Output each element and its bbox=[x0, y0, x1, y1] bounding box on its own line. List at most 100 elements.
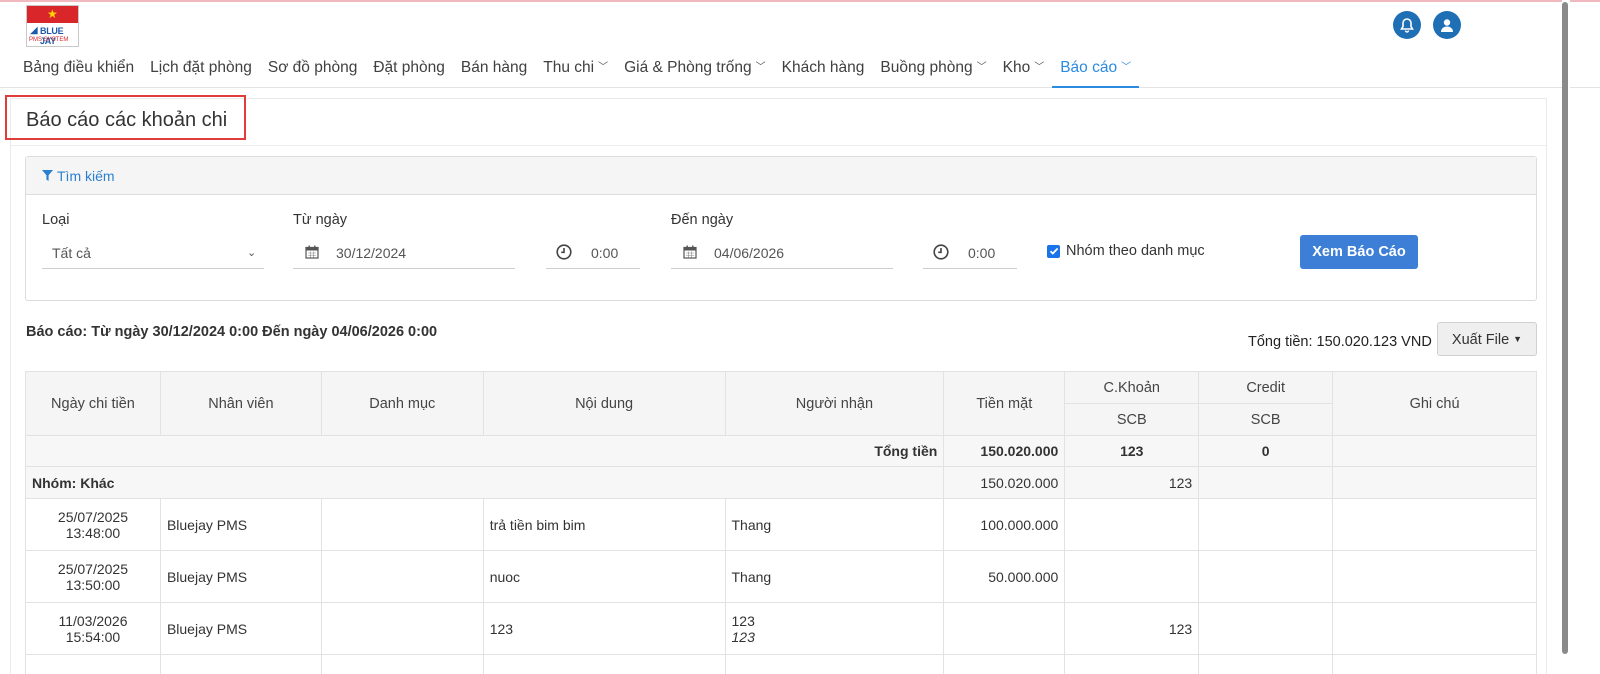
chevron-down-icon: ﹀ bbox=[1121, 62, 1132, 73]
from-date-input[interactable]: 30/12/2024 bbox=[293, 238, 515, 269]
to-date-input[interactable]: 04/06/2026 bbox=[671, 238, 893, 269]
summary-row: Tổng tiền 150.020.000 123 0 bbox=[24, 435, 1537, 467]
col-credit[interactable]: Credit bbox=[1198, 371, 1334, 404]
page-title: Báo cáo các khoản chi bbox=[26, 109, 228, 131]
view-report-button[interactable]: Xem Báo Cáo bbox=[1300, 235, 1418, 269]
col-transfer[interactable]: C.Khoản bbox=[1064, 371, 1200, 404]
nav-housekeeping[interactable]: Buồng phòng ﹀ bbox=[872, 52, 994, 88]
logo-subtext: PMS SYSTEM bbox=[29, 37, 69, 43]
app-header: ★ ◢ BLUE JAY PMS SYSTEM Bảng điều khiển … bbox=[0, 2, 1600, 88]
nav-label: Giá & Phòng trống bbox=[624, 59, 752, 76]
summary-credit: 0 bbox=[1198, 435, 1334, 467]
row-date: 25/07/2025 bbox=[57, 508, 128, 525]
table-row[interactable]: 25/07/2025 13:48:00 Bluejay PMS trả tiền … bbox=[25, 498, 1537, 551]
summary-cash: 150.020.000 bbox=[943, 435, 1066, 467]
group-note bbox=[1332, 466, 1537, 499]
nav-price-availability[interactable]: Giá & Phòng trống ﹀ bbox=[616, 52, 774, 88]
group-by-checkbox[interactable] bbox=[1047, 244, 1060, 258]
col-receiver[interactable]: Người nhận bbox=[724, 371, 945, 436]
search-panel-header[interactable]: Tìm kiếm bbox=[26, 157, 1536, 195]
chevron-down-icon: ﹀ bbox=[976, 62, 987, 73]
col-staff[interactable]: Nhân viên bbox=[159, 371, 322, 436]
row-datetime: 25/07/2025 13:48:00 bbox=[25, 498, 161, 551]
row-cash: 50.000.000 bbox=[943, 550, 1066, 603]
nav-sales[interactable]: Bán hàng bbox=[453, 52, 535, 88]
search-panel-title: Tìm kiếm bbox=[57, 168, 115, 184]
table-row[interactable]: 11/03/2026 15:54:00 Bluejay PMS 123 123 12… bbox=[25, 602, 1537, 655]
row-receiver-name: 123 bbox=[731, 612, 755, 629]
row-category bbox=[320, 550, 484, 603]
group-label: Nhóm: Khác bbox=[24, 466, 945, 499]
search-panel: Tìm kiếm bbox=[25, 156, 1537, 301]
row-date: 25/07/2025 bbox=[57, 560, 128, 577]
nav-customers[interactable]: Khách hàng bbox=[774, 52, 873, 88]
nav-room-map[interactable]: Sơ đồ phòng bbox=[260, 52, 365, 88]
nav-income-expense[interactable]: Thu chi ﹀ bbox=[535, 52, 616, 88]
caret-down-icon: ▼ bbox=[1513, 334, 1523, 344]
clock-icon bbox=[556, 238, 572, 269]
nav-label: Sơ đồ phòng bbox=[267, 59, 358, 76]
nav-warehouse[interactable]: Kho ﹀ bbox=[995, 52, 1053, 88]
row-credit bbox=[1198, 550, 1334, 603]
col-transfer-bank: SCB bbox=[1064, 403, 1200, 436]
col-note[interactable]: Ghi chú bbox=[1332, 371, 1537, 436]
nav-booking[interactable]: Đặt phòng bbox=[365, 52, 453, 88]
summary-transfer: 123 bbox=[1064, 435, 1200, 467]
nav-dashboard[interactable]: Bảng điều khiển bbox=[15, 52, 142, 88]
col-category[interactable]: Danh mục bbox=[320, 371, 484, 436]
nav-reports[interactable]: Báo cáo ﹀ bbox=[1052, 52, 1140, 88]
group-credit bbox=[1198, 466, 1334, 499]
row-cash: 100.000.000 bbox=[943, 498, 1066, 551]
row-note bbox=[1332, 602, 1537, 655]
nav-label: Đặt phòng bbox=[373, 59, 445, 76]
type-select[interactable]: Tất cả ⌄ bbox=[42, 238, 264, 269]
export-file-button[interactable]: Xuất File ▼ bbox=[1437, 322, 1537, 356]
row-content: nuoc bbox=[482, 550, 726, 603]
row-credit bbox=[1198, 602, 1334, 655]
row-time: 15:54:00 bbox=[65, 628, 121, 645]
to-date-label: Đến ngày bbox=[671, 212, 734, 228]
nav-label: Báo cáo bbox=[1060, 59, 1118, 76]
summary-label: Tổng tiền bbox=[24, 435, 945, 467]
bluejay-logo[interactable]: ★ ◢ BLUE JAY PMS SYSTEM bbox=[26, 5, 79, 47]
row-category bbox=[320, 602, 484, 655]
row-note bbox=[1332, 550, 1537, 603]
row-datetime: 11/03/2026 15:54:00 bbox=[25, 602, 161, 655]
from-date-value: 30/12/2024 bbox=[336, 245, 407, 261]
from-time-input[interactable]: 0:00 bbox=[546, 238, 640, 269]
row-transfer bbox=[1064, 550, 1200, 603]
user-icon[interactable] bbox=[1433, 11, 1461, 39]
expense-table: Ngày chi tiền Nhân viên Danh mục Nội dun… bbox=[24, 371, 1537, 674]
table-row[interactable]: 25/07/2025 13:50:00 Bluejay PMS nuoc Than… bbox=[25, 550, 1537, 603]
nav-label: Khách hàng bbox=[781, 59, 865, 76]
star-icon: ★ bbox=[47, 7, 58, 21]
nav-label: Lịch đặt phòng bbox=[150, 59, 252, 76]
row-transfer bbox=[1064, 498, 1200, 551]
row-content: 123 bbox=[482, 602, 726, 655]
chevron-down-icon: ⌄ bbox=[247, 247, 257, 259]
row-cash bbox=[943, 602, 1066, 655]
row-staff: Bluejay PMS bbox=[159, 550, 322, 603]
table-row bbox=[25, 654, 1537, 674]
col-date[interactable]: Ngày chi tiền bbox=[25, 371, 161, 436]
chevron-down-icon: ﹀ bbox=[755, 62, 766, 73]
col-content[interactable]: Nội dung bbox=[482, 371, 726, 436]
nav-label: Thu chi bbox=[543, 59, 595, 76]
nav-booking-calendar[interactable]: Lịch đặt phòng bbox=[142, 52, 260, 88]
filter-icon bbox=[42, 157, 53, 195]
col-cash[interactable]: Tiền mặt bbox=[943, 371, 1066, 436]
col-credit-bank: SCB bbox=[1198, 403, 1334, 436]
group-by-category[interactable]: Nhóm theo danh mục bbox=[1047, 243, 1205, 259]
calendar-icon bbox=[305, 238, 319, 269]
nav-label: Bán hàng bbox=[460, 59, 528, 76]
to-time-input[interactable]: 0:00 bbox=[923, 238, 1017, 269]
chevron-down-icon: ﹀ bbox=[598, 62, 609, 73]
bell-icon[interactable] bbox=[1393, 11, 1421, 39]
group-transfer: 123 bbox=[1064, 466, 1200, 499]
row-date: 11/03/2026 bbox=[58, 612, 128, 629]
table-header-row: Ngày chi tiền Nhân viên Danh mục Nội dun… bbox=[25, 371, 1537, 436]
scrollbar-thumb[interactable] bbox=[1562, 2, 1568, 654]
to-time-value: 0:00 bbox=[968, 245, 996, 261]
row-receiver: Thang bbox=[724, 498, 945, 551]
from-date-label: Từ ngày bbox=[293, 212, 348, 228]
